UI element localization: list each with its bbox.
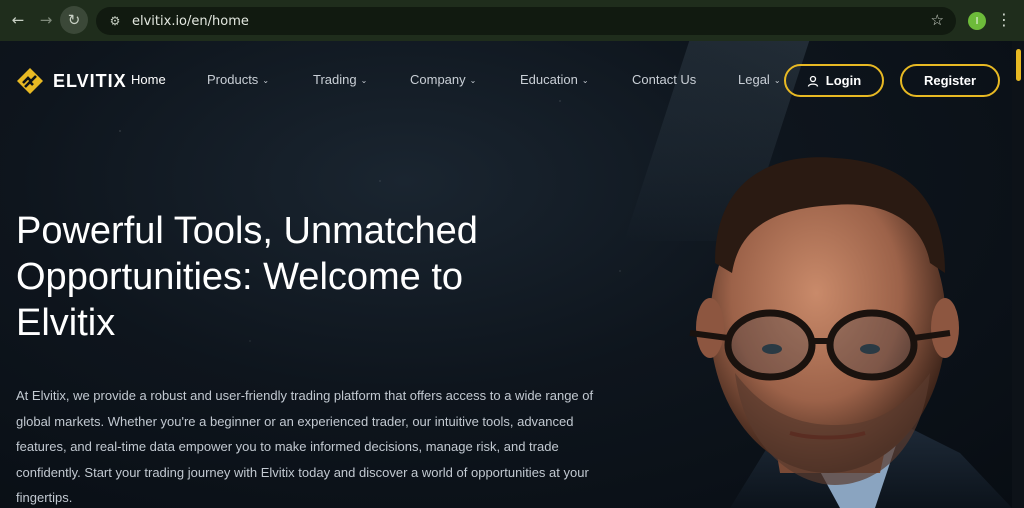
nav-home[interactable]: Home (131, 72, 166, 87)
chevron-down-icon: ⌄ (773, 76, 781, 85)
nav-education-label: Education (520, 72, 578, 87)
kebab-menu-icon[interactable]: ⋮ (996, 9, 1012, 31)
browser-toolbar: ← → ↻ ⚙ elvitix.io/en/home ☆ I ⋮ (0, 0, 1024, 41)
nav-products[interactable]: Products ⌄ (207, 72, 269, 87)
nav-company[interactable]: Company ⌄ (410, 72, 476, 87)
hero-title-line-1: Powerful Tools, Unmatched (16, 210, 478, 252)
login-label: Login (825, 73, 862, 88)
hero-portrait-image (689, 157, 1012, 508)
bookmark-star-icon[interactable]: ☆ (931, 11, 944, 29)
nav-contact-us[interactable]: Contact Us (632, 72, 696, 87)
page-content: ELVITIX Home Products ⌄ Trading ⌄ Company ⌄… (0, 41, 1012, 508)
nav-legal[interactable]: Legal ⌄ (738, 72, 781, 87)
site-info-icon[interactable]: ⚙ (106, 12, 124, 30)
nav-products-label: Products (207, 72, 259, 87)
url-text[interactable]: elvitix.io/en/home (132, 14, 249, 29)
page-scrollbar[interactable] (1012, 41, 1024, 508)
login-button[interactable]: Login (784, 64, 884, 97)
user-icon (807, 75, 818, 87)
nav-trading[interactable]: Trading ⌄ (313, 72, 367, 87)
hero-description: At Elvitix, we provide a robust and user… (16, 388, 594, 505)
hero-title: Powerful Tools, Unmatched Opportunities:… (16, 208, 576, 346)
scrollbar-thumb[interactable] (1016, 49, 1021, 81)
chevron-down-icon: ⌄ (581, 76, 589, 85)
reload-icon[interactable]: ↻ (60, 6, 88, 34)
chevron-down-icon: ⌄ (360, 76, 368, 85)
nav-education[interactable]: Education ⌄ (520, 72, 589, 87)
brand-name: ELVITIX (53, 70, 127, 91)
hero-title-line-2: Opportunities: Welcome to (16, 256, 464, 298)
chevron-down-icon: ⌄ (262, 76, 270, 85)
chevron-down-icon: ⌄ (469, 76, 477, 85)
back-arrow-icon[interactable]: ← (4, 6, 32, 34)
nav-trading-label: Trading (313, 72, 357, 87)
forward-arrow-icon[interactable]: → (32, 6, 60, 34)
register-button[interactable]: Register (900, 64, 1000, 97)
nav-company-label: Company (410, 72, 466, 87)
profile-avatar[interactable]: I (968, 12, 986, 30)
site-logo[interactable]: ELVITIX (16, 67, 127, 95)
hero-title-line-3: Elvitix (16, 302, 116, 344)
elvitix-logo-icon (17, 68, 43, 94)
address-bar[interactable]: ⚙ elvitix.io/en/home ☆ (96, 7, 956, 35)
nav-legal-label: Legal (738, 72, 770, 87)
